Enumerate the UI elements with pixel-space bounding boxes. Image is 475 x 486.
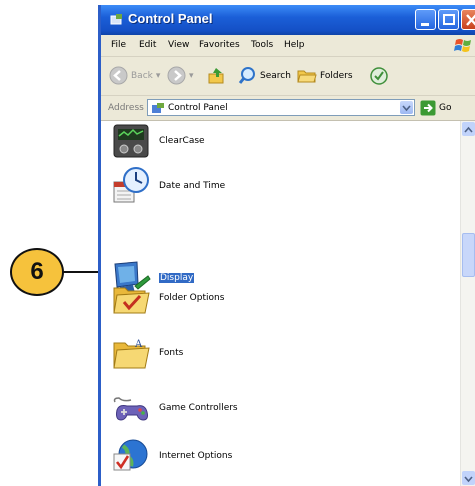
go-label: Go xyxy=(439,103,452,113)
search-label: Search xyxy=(260,70,291,81)
menu-view[interactable]: View xyxy=(168,40,189,50)
back-label: Back xyxy=(131,70,153,81)
fonts-folder-icon: A xyxy=(113,339,150,369)
scroll-down-icon xyxy=(464,476,473,483)
maximize-button[interactable] xyxy=(438,9,459,30)
control-panel-window: Control Panel File Edit View Favorites T… xyxy=(98,5,475,486)
minimize-icon xyxy=(421,23,429,26)
svg-text:A: A xyxy=(134,339,143,350)
back-dropdown-icon: ▾ xyxy=(155,70,161,81)
up-folder-button[interactable] xyxy=(207,66,227,85)
list-item-game-controllers[interactable]: Game Controllers xyxy=(101,388,401,428)
address-field[interactable]: Control Panel xyxy=(147,99,415,116)
clearcase-icon xyxy=(113,124,149,158)
maximize-icon xyxy=(443,14,455,25)
control-panel-items: ClearCase Date and Time Display Folder O… xyxy=(101,121,460,486)
forward-button[interactable]: ▾ xyxy=(167,66,194,85)
search-icon xyxy=(238,67,255,84)
close-button[interactable] xyxy=(461,9,475,30)
step-callout: 6 xyxy=(10,248,64,296)
item-label: ClearCase xyxy=(159,136,205,146)
step-number: 6 xyxy=(30,258,44,285)
item-label: Folder Options xyxy=(159,293,225,303)
control-panel-icon xyxy=(110,14,122,25)
menu-file[interactable]: File xyxy=(111,40,126,50)
forward-dropdown-icon: ▾ xyxy=(189,70,194,81)
folder-options-icon xyxy=(113,287,150,314)
menu-help[interactable]: Help xyxy=(284,40,305,50)
forward-arrow-icon xyxy=(167,66,186,85)
callout-pointer-line xyxy=(63,271,103,273)
menu-tools[interactable]: Tools xyxy=(251,40,273,50)
scroll-thumb[interactable] xyxy=(462,233,475,277)
folders-label: Folders xyxy=(320,70,353,81)
address-value: Control Panel xyxy=(168,103,228,113)
minimize-button[interactable] xyxy=(415,9,436,30)
list-item-folder-options[interactable]: Folder Options xyxy=(101,278,401,318)
control-panel-small-icon xyxy=(152,103,164,113)
views-button[interactable] xyxy=(369,66,389,85)
menu-edit[interactable]: Edit xyxy=(139,40,156,50)
search-button[interactable]: Search xyxy=(238,66,291,85)
vertical-scrollbar[interactable] xyxy=(460,121,475,486)
scroll-up-icon xyxy=(464,126,473,133)
folders-button[interactable]: Folders xyxy=(297,66,353,85)
windows-logo-icon xyxy=(454,39,471,52)
title-bar[interactable]: Control Panel xyxy=(101,5,475,35)
back-button[interactable]: Back ▾ xyxy=(109,66,160,85)
list-item-date-time[interactable]: Date and Time xyxy=(101,166,401,206)
scroll-down-button[interactable] xyxy=(462,471,475,485)
item-label: Date and Time xyxy=(159,181,226,191)
scroll-up-button[interactable] xyxy=(462,122,475,136)
up-folder-icon xyxy=(208,68,224,84)
standard-toolbar: Back ▾ ▾ Search Folders xyxy=(101,57,475,96)
close-icon xyxy=(466,14,475,26)
folders-icon xyxy=(297,70,317,83)
list-item-clearcase[interactable]: ClearCase xyxy=(101,121,401,161)
item-label: Fonts xyxy=(159,348,184,358)
menu-favorites[interactable]: Favorites xyxy=(199,40,240,50)
address-label: Address xyxy=(108,103,144,113)
internet-options-icon xyxy=(113,439,148,471)
back-arrow-icon xyxy=(109,66,128,85)
go-button[interactable]: Go xyxy=(420,100,451,116)
date-time-icon xyxy=(113,167,149,203)
list-item-fonts[interactable]: A Fonts xyxy=(101,333,401,373)
menu-bar: File Edit View Favorites Tools Help xyxy=(101,35,475,57)
item-label: Internet Options xyxy=(159,451,233,461)
address-bar: Address Control Panel Go xyxy=(101,96,475,121)
item-label: Game Controllers xyxy=(159,403,238,413)
game-controller-icon xyxy=(113,397,148,421)
chevron-down-icon xyxy=(402,105,411,112)
address-dropdown-button[interactable] xyxy=(400,101,413,114)
window-title: Control Panel xyxy=(128,11,213,26)
views-icon xyxy=(370,67,388,85)
go-arrow-icon xyxy=(420,100,436,116)
list-item-internet-options[interactable]: Internet Options xyxy=(101,436,401,476)
